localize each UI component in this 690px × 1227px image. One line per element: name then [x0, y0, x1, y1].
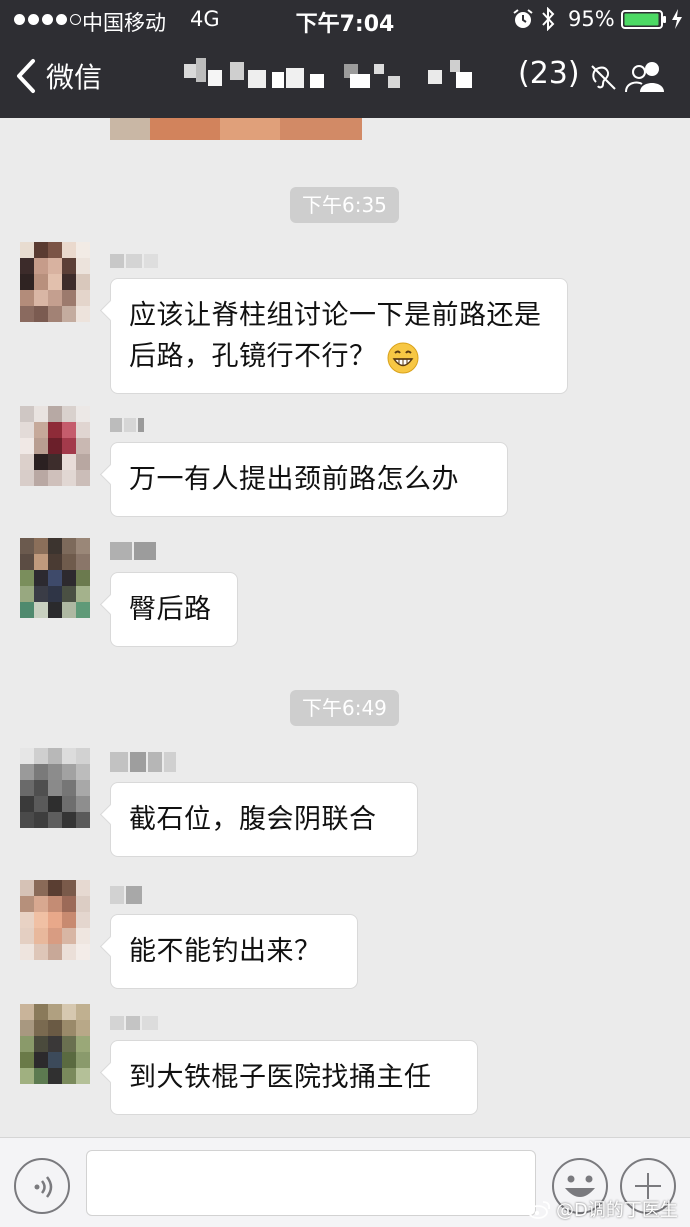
message-bubble[interactable]: 臀后路	[110, 572, 238, 647]
message-text: 能不能钓出来？	[129, 936, 322, 967]
nav-bar: 微信 (23)	[0, 38, 690, 118]
avatar[interactable]	[20, 538, 90, 618]
message-bubble[interactable]: 应该让脊柱组讨论一下是前路还是后路，孔镜行不行？	[110, 278, 568, 394]
avatar[interactable]	[20, 406, 90, 486]
timestamp-divider: 下午6:49	[290, 690, 399, 726]
wechat-group-chat: 中国移动 4G 下午7:04 95% 微信 (23) 下午6:35 应该让脊柱组…	[0, 0, 690, 1227]
message-text: 臀后路	[129, 594, 212, 625]
voice-icon	[34, 1176, 53, 1198]
sender-name-redacted	[110, 1016, 158, 1030]
sender-name-redacted	[110, 418, 144, 432]
watermark-text: @D调的丁医生	[556, 1200, 678, 1221]
member-count: (23)	[518, 56, 580, 91]
message-bubble[interactable]: 到大铁棍子医院找捅主任	[110, 1040, 478, 1115]
back-button[interactable]: 微信	[14, 56, 102, 96]
sender-name-redacted	[110, 886, 142, 904]
message-bubble[interactable]: 万一有人提出颈前路怎么办	[110, 442, 508, 517]
timestamp-divider: 下午6:35	[290, 187, 399, 223]
bluetooth-icon	[542, 7, 555, 31]
message-text: 应该让脊柱组讨论一下是前路还是后路，孔镜行不行？	[129, 300, 542, 372]
message-text: 截石位，腹会阴联合	[129, 804, 377, 835]
sender-name-redacted	[110, 752, 176, 772]
message-bubble[interactable]: 截石位，腹会阴联合	[110, 782, 418, 857]
chat-title-redacted	[178, 56, 498, 96]
avatar[interactable]	[20, 748, 90, 828]
weibo-logo-icon	[528, 1201, 551, 1219]
avatar[interactable]	[20, 242, 90, 322]
battery-icon	[621, 10, 666, 29]
charging-bolt-icon	[672, 9, 682, 29]
battery-percent: 95%	[568, 7, 615, 31]
avatar[interactable]	[20, 880, 90, 960]
header: 中国移动 4G 下午7:04 95% 微信 (23)	[0, 0, 690, 118]
chevron-left-icon	[17, 59, 35, 93]
alarm-icon	[513, 9, 533, 28]
mute-notification-icon	[591, 65, 616, 90]
status-bar: 中国移动 4G 下午7:04 95%	[0, 0, 690, 38]
message-bubble[interactable]: 能不能钓出来？	[110, 914, 358, 989]
sender-name-redacted	[110, 542, 156, 560]
message-input[interactable]	[86, 1150, 536, 1216]
sender-name-redacted	[110, 254, 158, 268]
group-members-icon[interactable]	[622, 60, 670, 94]
previous-image-message[interactable]	[110, 118, 362, 140]
message-list[interactable]: 下午6:35 应该让脊柱组讨论一下是前路还是后路，孔镜行不行？ 万一有人提出颈前…	[0, 118, 690, 1137]
message-text: 万一有人提出颈前路怎么办	[129, 464, 459, 495]
voice-input-button[interactable]	[14, 1158, 70, 1214]
avatar[interactable]	[20, 1004, 90, 1084]
back-label: 微信	[46, 61, 103, 94]
weibo-watermark: @D调的丁医生	[528, 1196, 678, 1222]
grinning-face-emoji-icon	[387, 342, 418, 373]
message-text: 到大铁棍子医院找捅主任	[129, 1062, 432, 1093]
